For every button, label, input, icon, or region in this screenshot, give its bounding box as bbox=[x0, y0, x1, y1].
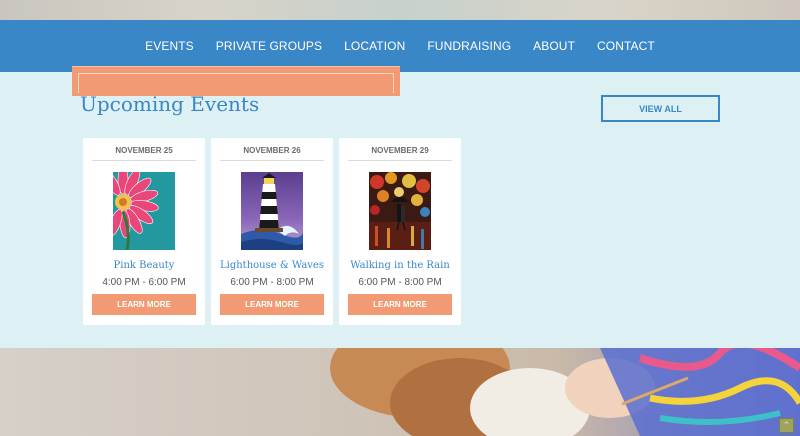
upcoming-events-section: Upcoming Events VIEW ALL NOVEMBER 25 Pin… bbox=[0, 72, 800, 348]
event-date: NOVEMBER 25 bbox=[92, 146, 196, 161]
event-date: NOVEMBER 29 bbox=[348, 146, 452, 161]
main-nav: EVENTS PRIVATE GROUPS LOCATION FUNDRAISI… bbox=[0, 20, 800, 72]
nav-item-location[interactable]: LOCATION bbox=[344, 39, 405, 53]
hero-image-child-painting bbox=[0, 348, 800, 436]
learn-more-button[interactable]: LEARN MORE bbox=[92, 294, 196, 315]
learn-more-button[interactable]: LEARN MORE bbox=[348, 294, 452, 315]
nav-item-contact[interactable]: CONTACT bbox=[597, 39, 655, 53]
hero-callout-frame bbox=[78, 73, 394, 93]
event-title[interactable]: Lighthouse & Waves bbox=[211, 260, 333, 271]
nav-item-private-groups[interactable]: PRIVATE GROUPS bbox=[216, 39, 322, 53]
event-time: 6:00 PM - 8:00 PM bbox=[230, 277, 314, 288]
rain-walk-painting[interactable] bbox=[369, 172, 431, 250]
event-card-pink-beauty: NOVEMBER 25 Pink Beauty 4:00 PM - 6:00 P… bbox=[83, 138, 205, 325]
event-card-lighthouse-waves: NOVEMBER 26 Lighthouse & Waves 6:00 PM -… bbox=[211, 138, 333, 325]
event-time: 4:00 PM - 6:00 PM bbox=[102, 277, 186, 288]
event-time: 6:00 PM - 8:00 PM bbox=[358, 277, 442, 288]
event-title[interactable]: Pink Beauty bbox=[83, 260, 205, 271]
learn-more-button[interactable]: LEARN MORE bbox=[220, 294, 324, 315]
pink-flower-painting[interactable] bbox=[113, 172, 175, 250]
nav-item-about[interactable]: ABOUT bbox=[533, 39, 575, 53]
event-date: NOVEMBER 26 bbox=[220, 146, 324, 161]
event-title[interactable]: Walking in the Rain bbox=[339, 260, 461, 271]
header-background-image bbox=[0, 0, 800, 20]
event-card-walking-in-the-rain: NOVEMBER 29 Walking in the Rain 6:00 PM … bbox=[339, 138, 461, 325]
lighthouse-painting[interactable] bbox=[241, 172, 303, 250]
nav-item-events[interactable]: EVENTS bbox=[145, 39, 194, 53]
view-all-button[interactable]: VIEW ALL bbox=[601, 95, 720, 122]
arrow-up-icon[interactable]: ⌃ bbox=[779, 418, 794, 433]
nav-item-fundraising[interactable]: FUNDRAISING bbox=[427, 39, 511, 53]
hero-callout-box bbox=[72, 66, 400, 96]
